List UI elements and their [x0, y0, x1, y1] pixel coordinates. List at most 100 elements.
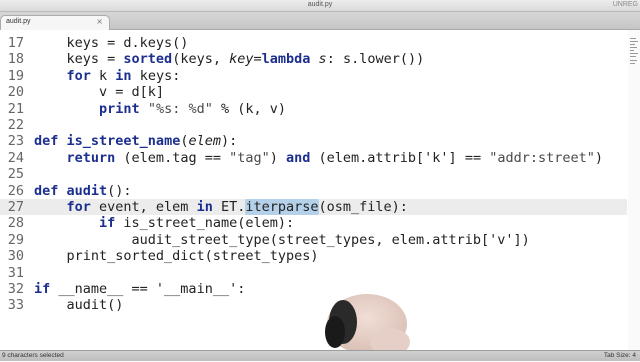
- code-token: __name__ == '__main__':: [50, 281, 246, 297]
- code-token: % (k, v): [212, 100, 286, 117]
- code-token: in: [115, 67, 132, 84]
- code-token: def: [34, 133, 59, 150]
- code-token: keys:: [131, 67, 181, 84]
- minimap-line: [630, 41, 638, 42]
- code-token: "tag": [229, 149, 270, 166]
- code-text: audit_street_type(street_types, elem.att…: [34, 232, 530, 248]
- code-line[interactable]: 29 audit_street_type(street_types, elem.…: [0, 232, 627, 248]
- window-titlebar: audit.py UNREG: [0, 0, 640, 12]
- code-text: print_sorted_dict(street_types): [34, 248, 319, 265]
- code-token: (keys,: [172, 51, 230, 68]
- code-editor[interactable]: 17 keys = d.keys() 18 keys = sorted(keys,…: [0, 30, 627, 350]
- line-number: 28: [7, 215, 24, 232]
- code-token: keys =: [34, 51, 124, 68]
- code-line[interactable]: 19 for k in keys:: [0, 68, 627, 84]
- code-text: v = d[k]: [34, 84, 164, 100]
- code-text: if is_street_name(elem):: [34, 215, 294, 231]
- code-token: audit(): [34, 297, 124, 314]
- code-token: return: [66, 149, 116, 166]
- minimap-line: [630, 56, 636, 57]
- minimap-line: [630, 63, 635, 64]
- code-token: s: [318, 51, 327, 68]
- code-token: print_sorted_dict(street_types): [34, 248, 319, 265]
- code-token: (elem.tag ==: [115, 149, 230, 166]
- code-line[interactable]: 23 def is_street_name(elem):: [0, 133, 627, 149]
- close-icon[interactable]: ×: [96, 17, 103, 26]
- tab-size-status[interactable]: Tab Size: 4: [604, 352, 636, 359]
- code-text: for k in keys:: [34, 67, 181, 84]
- code-line[interactable]: 25: [0, 166, 627, 182]
- code-token: is_street_name: [66, 133, 181, 150]
- code-token: lambda: [261, 51, 311, 68]
- code-line[interactable]: 28 if is_street_name(elem):: [0, 215, 627, 231]
- line-number: 18: [7, 51, 24, 68]
- code-text: def is_street_name(elem):: [34, 133, 237, 149]
- line-number: 27: [7, 199, 24, 215]
- code-line[interactable]: 21 print "%s: %d" % (k, v): [0, 101, 627, 117]
- unregistered-label: UNREG: [612, 1, 638, 8]
- minimap-line: [630, 47, 637, 48]
- code-line[interactable]: 30 print_sorted_dict(street_types): [0, 248, 627, 264]
- selected-text: iterparse: [245, 199, 319, 215]
- code-token: ): [269, 149, 286, 166]
- code-line[interactable]: 27 for event, elem in ET.iterparse(osm_f…: [0, 199, 627, 215]
- code-token: keys = d.keys(): [34, 35, 189, 51]
- code-line[interactable]: 33 audit(): [0, 297, 627, 313]
- tab-audit-py[interactable]: audit.py ×: [0, 15, 110, 30]
- code-token: k: [90, 67, 116, 84]
- code-token: def: [34, 182, 59, 199]
- line-number: 26: [7, 182, 24, 199]
- line-number: 31: [7, 264, 24, 281]
- line-number: 20: [7, 84, 24, 101]
- code-text: for event, elem in ET.iterparse(osm_file…: [34, 199, 408, 215]
- code-token: if: [34, 281, 51, 297]
- code-token: ): [594, 149, 604, 166]
- code-line[interactable]: 32 if __name__ == '__main__':: [0, 281, 627, 297]
- code-token: for: [66, 67, 91, 84]
- code-token: =: [253, 51, 262, 68]
- selection-status: 9 characters selected: [2, 352, 64, 359]
- line-number: 25: [7, 166, 24, 183]
- code-token: "%s: %d": [147, 100, 213, 117]
- code-token: audit_street_type(street_types, elem.att…: [34, 231, 530, 248]
- code-token: audit: [66, 182, 108, 199]
- code-line[interactable]: 17 keys = d.keys(): [0, 35, 627, 51]
- line-number: 32: [7, 281, 24, 297]
- line-number: 24: [7, 149, 24, 166]
- code-text: def audit():: [34, 183, 132, 199]
- code-token: ):: [220, 133, 238, 150]
- code-line[interactable]: 22: [0, 117, 627, 133]
- code-token: if: [99, 215, 116, 232]
- code-token: print: [99, 100, 140, 117]
- line-number: 19: [7, 67, 24, 84]
- line-number: 30: [7, 248, 24, 265]
- code-line[interactable]: 18 keys = sorted(keys, key=lambda s: s.l…: [0, 51, 627, 67]
- code-line[interactable]: 24 return (elem.tag == "tag") and (elem.…: [0, 150, 627, 166]
- tab-label: audit.py: [6, 18, 31, 25]
- code-token: is_street_name(elem):: [115, 215, 295, 232]
- code-token: : s.lower()): [326, 51, 425, 68]
- line-number: 23: [7, 133, 24, 150]
- code-token: key: [229, 51, 254, 68]
- code-line[interactable]: 31: [0, 265, 627, 281]
- code-line[interactable]: 26 def audit():: [0, 183, 627, 199]
- code-line[interactable]: 20 v = d[k]: [0, 84, 627, 100]
- code-text: keys = d.keys(): [34, 35, 189, 51]
- line-number: 22: [7, 117, 24, 133]
- status-bar: 9 characters selected Tab Size: 4: [0, 350, 640, 361]
- code-token: and: [286, 149, 311, 166]
- code-token: "addr:street": [489, 149, 595, 166]
- code-token: ():: [107, 182, 132, 199]
- line-number: 29: [7, 231, 24, 248]
- code-token: v = d[k]: [34, 84, 165, 101]
- minimap[interactable]: [628, 30, 640, 350]
